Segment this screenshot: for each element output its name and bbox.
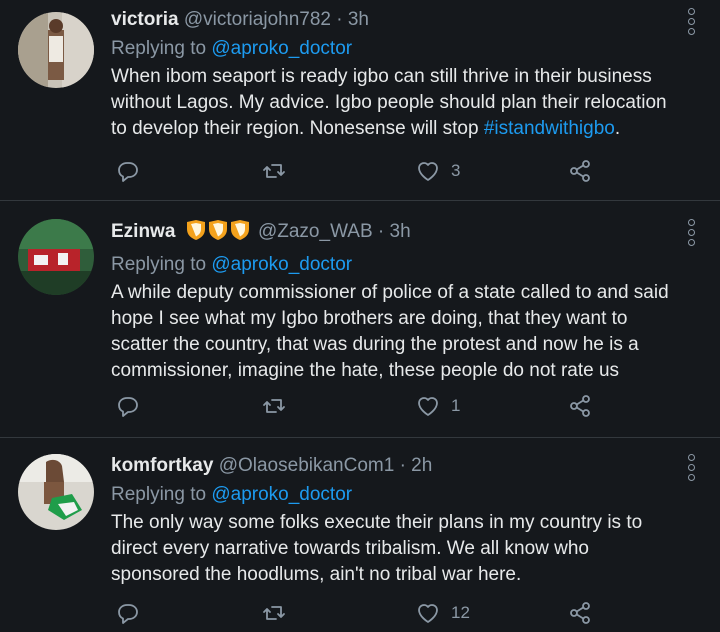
tweet-header: komfortkay @OlaosebikanCom1 · 2h [111,454,680,478]
reply-button[interactable] [115,158,141,184]
retweet-icon [263,164,285,178]
heart-icon [418,604,438,623]
heart-icon [418,162,438,181]
like-button[interactable]: 12 [415,600,470,626]
more-icon[interactable] [688,454,698,484]
like-button[interactable]: 1 [415,393,460,419]
shield-badge-icon [185,219,253,248]
tweet-actions: 3 [111,158,720,188]
tweet-text: The only way some folks execute their pl… [111,512,643,585]
user-handle[interactable]: @victoriajohn782 [184,9,331,30]
share-icon [570,395,590,417]
timestamp[interactable]: · 3h [378,221,411,242]
display-name[interactable]: Ezinwa [111,221,175,242]
reply-icon [118,604,138,624]
tweet-text-end: . [614,118,621,139]
replying-to: Replying to @aproko_doctor [111,36,680,62]
tweet-victoria[interactable]: victoria @victoriajohn782 · 3h Replying … [0,0,720,210]
retweet-button[interactable] [261,158,287,184]
avatar[interactable] [18,12,94,88]
replying-label: Replying to [111,484,207,505]
timestamp[interactable]: · 2h [400,455,433,476]
display-name[interactable]: victoria [111,9,179,30]
tweet-actions: 12 [111,600,720,630]
share-button[interactable] [567,600,593,626]
like-count: 12 [451,603,470,622]
tweet-actions: 1 [111,393,720,423]
like-button[interactable]: 3 [415,158,460,184]
tweet-header: Ezinwa @Zazo_WAB · 3h [111,219,680,248]
mention-link[interactable]: @aproko_doctor [211,38,352,59]
mention-link[interactable]: @aproko_doctor [211,254,352,275]
more-icon[interactable] [688,8,698,38]
user-handle[interactable]: @Zazo_WAB [258,221,373,242]
display-name[interactable]: komfortkay [111,455,213,476]
reply-icon [118,397,138,417]
share-button[interactable] [567,393,593,419]
tweet-ezinwa[interactable]: Ezinwa @Zazo_WAB · 3h Replying to @aprok… [0,201,720,437]
heart-icon [418,397,438,416]
timestamp[interactable]: · 3h [336,9,369,30]
share-icon [570,160,590,182]
reply-button[interactable] [115,600,141,626]
mention-link[interactable]: @aproko_doctor [211,484,352,505]
tweet-text: When ibom seaport is ready igbo can stil… [111,64,680,142]
tweet-text: A while deputy commissioner of police of… [111,282,669,381]
tweet-komfortkay[interactable]: komfortkay @OlaosebikanCom1 · 2h Replyin… [0,438,720,632]
retweet-button[interactable] [261,600,287,626]
replying-label: Replying to [111,254,207,275]
like-count: 1 [451,396,461,415]
share-icon [570,602,590,624]
more-icon[interactable] [688,219,698,249]
retweet-button[interactable] [261,393,287,419]
user-handle[interactable]: @OlaosebikanCom1 [219,455,395,476]
like-count: 3 [451,161,461,180]
replying-label: Replying to [111,38,207,59]
hashtag-link[interactable]: #istandwithigbo [484,118,615,139]
reply-button[interactable] [115,393,141,419]
retweet-icon [263,399,285,413]
reply-icon [118,162,138,182]
avatar[interactable] [18,454,94,530]
replying-to: Replying to @aproko_doctor [111,252,680,278]
retweet-icon [263,606,285,620]
avatar[interactable] [18,219,94,295]
replying-to: Replying to @aproko_doctor [111,482,680,508]
tweet-header: victoria @victoriajohn782 · 3h [111,8,680,32]
share-button[interactable] [567,158,593,184]
